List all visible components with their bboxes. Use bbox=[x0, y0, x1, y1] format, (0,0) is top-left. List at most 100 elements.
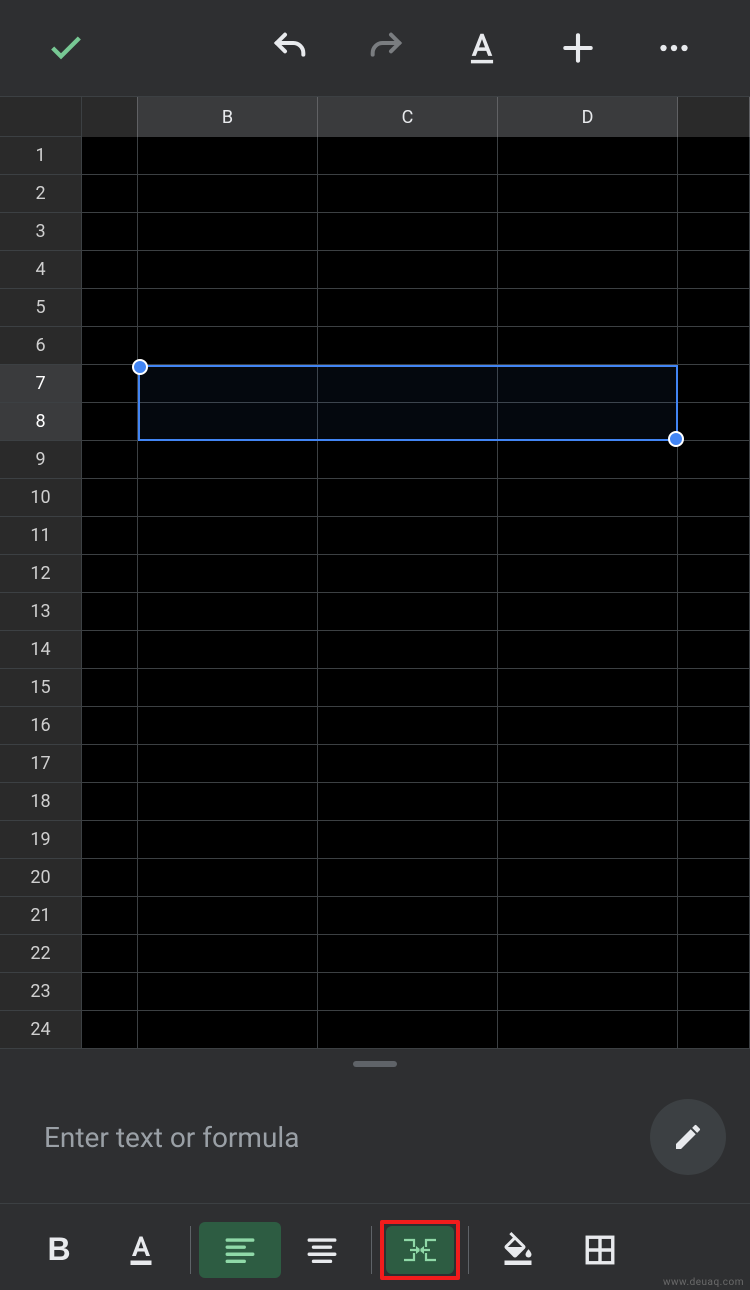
redo-button[interactable] bbox=[338, 0, 434, 96]
cell[interactable] bbox=[678, 859, 750, 897]
cell[interactable] bbox=[678, 897, 750, 935]
cell[interactable] bbox=[318, 897, 498, 935]
row-header[interactable]: 1 bbox=[0, 137, 82, 175]
cell[interactable] bbox=[498, 859, 678, 897]
cell[interactable] bbox=[498, 479, 678, 517]
cell[interactable] bbox=[82, 175, 138, 213]
cell[interactable] bbox=[82, 251, 138, 289]
cell[interactable] bbox=[678, 517, 750, 555]
cell[interactable] bbox=[318, 783, 498, 821]
cell[interactable] bbox=[82, 631, 138, 669]
align-center-button[interactable] bbox=[281, 1222, 363, 1278]
cell[interactable] bbox=[138, 213, 318, 251]
cell[interactable] bbox=[498, 175, 678, 213]
row-header[interactable]: 23 bbox=[0, 973, 82, 1011]
cell[interactable] bbox=[318, 973, 498, 1011]
cell[interactable] bbox=[138, 251, 318, 289]
select-all-corner[interactable] bbox=[0, 97, 82, 137]
row-header[interactable]: 21 bbox=[0, 897, 82, 935]
cell[interactable] bbox=[678, 365, 750, 403]
cell[interactable] bbox=[82, 859, 138, 897]
cell[interactable] bbox=[318, 707, 498, 745]
cell[interactable] bbox=[82, 479, 138, 517]
cell[interactable] bbox=[498, 137, 678, 175]
cell[interactable] bbox=[498, 251, 678, 289]
row-header[interactable]: 16 bbox=[0, 707, 82, 745]
insert-button[interactable] bbox=[530, 0, 626, 96]
cell[interactable] bbox=[82, 669, 138, 707]
cell[interactable] bbox=[498, 1011, 678, 1049]
grid-body[interactable]: 123456789101112131415161718192021222324 bbox=[0, 137, 750, 1049]
cell[interactable] bbox=[82, 973, 138, 1011]
cell[interactable] bbox=[678, 289, 750, 327]
cell[interactable] bbox=[678, 593, 750, 631]
cell[interactable] bbox=[138, 669, 318, 707]
cell[interactable] bbox=[678, 137, 750, 175]
cell[interactable] bbox=[498, 289, 678, 327]
cell[interactable] bbox=[498, 593, 678, 631]
confirm-button[interactable] bbox=[36, 0, 96, 96]
cell[interactable] bbox=[138, 783, 318, 821]
cell[interactable] bbox=[138, 479, 318, 517]
cell[interactable] bbox=[318, 213, 498, 251]
cell[interactable] bbox=[318, 821, 498, 859]
text-format-button[interactable] bbox=[434, 0, 530, 96]
cell[interactable] bbox=[138, 859, 318, 897]
cell[interactable] bbox=[498, 441, 678, 479]
cell[interactable] bbox=[678, 251, 750, 289]
cell[interactable] bbox=[82, 137, 138, 175]
cell[interactable] bbox=[498, 631, 678, 669]
cell[interactable] bbox=[318, 859, 498, 897]
cell[interactable] bbox=[498, 403, 678, 441]
row-header[interactable]: 12 bbox=[0, 555, 82, 593]
cell[interactable] bbox=[82, 517, 138, 555]
cell[interactable] bbox=[678, 707, 750, 745]
row-header[interactable]: 5 bbox=[0, 289, 82, 327]
text-color-button[interactable] bbox=[100, 1222, 182, 1278]
row-header[interactable]: 24 bbox=[0, 1011, 82, 1049]
row-header[interactable]: 10 bbox=[0, 479, 82, 517]
cell[interactable] bbox=[138, 327, 318, 365]
cell[interactable] bbox=[318, 327, 498, 365]
row-header[interactable]: 2 bbox=[0, 175, 82, 213]
row-header[interactable]: 11 bbox=[0, 517, 82, 555]
align-left-button[interactable] bbox=[199, 1222, 281, 1278]
cell[interactable] bbox=[498, 327, 678, 365]
bold-button[interactable]: B bbox=[18, 1222, 100, 1278]
row-header[interactable]: 14 bbox=[0, 631, 82, 669]
row-header[interactable]: 18 bbox=[0, 783, 82, 821]
cell[interactable] bbox=[678, 821, 750, 859]
cell[interactable] bbox=[498, 821, 678, 859]
cell[interactable] bbox=[678, 973, 750, 1011]
column-header-E[interactable] bbox=[678, 97, 750, 137]
cell[interactable] bbox=[138, 593, 318, 631]
cell[interactable] bbox=[498, 973, 678, 1011]
cell[interactable] bbox=[678, 327, 750, 365]
cell[interactable] bbox=[318, 1011, 498, 1049]
cell[interactable] bbox=[318, 289, 498, 327]
cell[interactable] bbox=[318, 935, 498, 973]
cell[interactable] bbox=[138, 707, 318, 745]
column-header-C[interactable]: C bbox=[318, 97, 498, 137]
cell[interactable] bbox=[678, 745, 750, 783]
cell[interactable] bbox=[82, 213, 138, 251]
cell[interactable] bbox=[678, 935, 750, 973]
row-header[interactable]: 17 bbox=[0, 745, 82, 783]
cell[interactable] bbox=[138, 175, 318, 213]
cell[interactable] bbox=[678, 441, 750, 479]
merge-cells-button[interactable] bbox=[386, 1226, 454, 1274]
cell[interactable] bbox=[82, 745, 138, 783]
cell[interactable] bbox=[678, 555, 750, 593]
cell[interactable] bbox=[318, 517, 498, 555]
cell[interactable] bbox=[678, 783, 750, 821]
cell[interactable] bbox=[498, 935, 678, 973]
cell[interactable] bbox=[82, 403, 138, 441]
cell[interactable] bbox=[498, 783, 678, 821]
cell[interactable] bbox=[318, 745, 498, 783]
cell[interactable] bbox=[82, 365, 138, 403]
cell[interactable] bbox=[498, 555, 678, 593]
fill-color-button[interactable] bbox=[477, 1222, 559, 1278]
cell[interactable] bbox=[82, 821, 138, 859]
row-header[interactable]: 6 bbox=[0, 327, 82, 365]
cell[interactable] bbox=[82, 935, 138, 973]
